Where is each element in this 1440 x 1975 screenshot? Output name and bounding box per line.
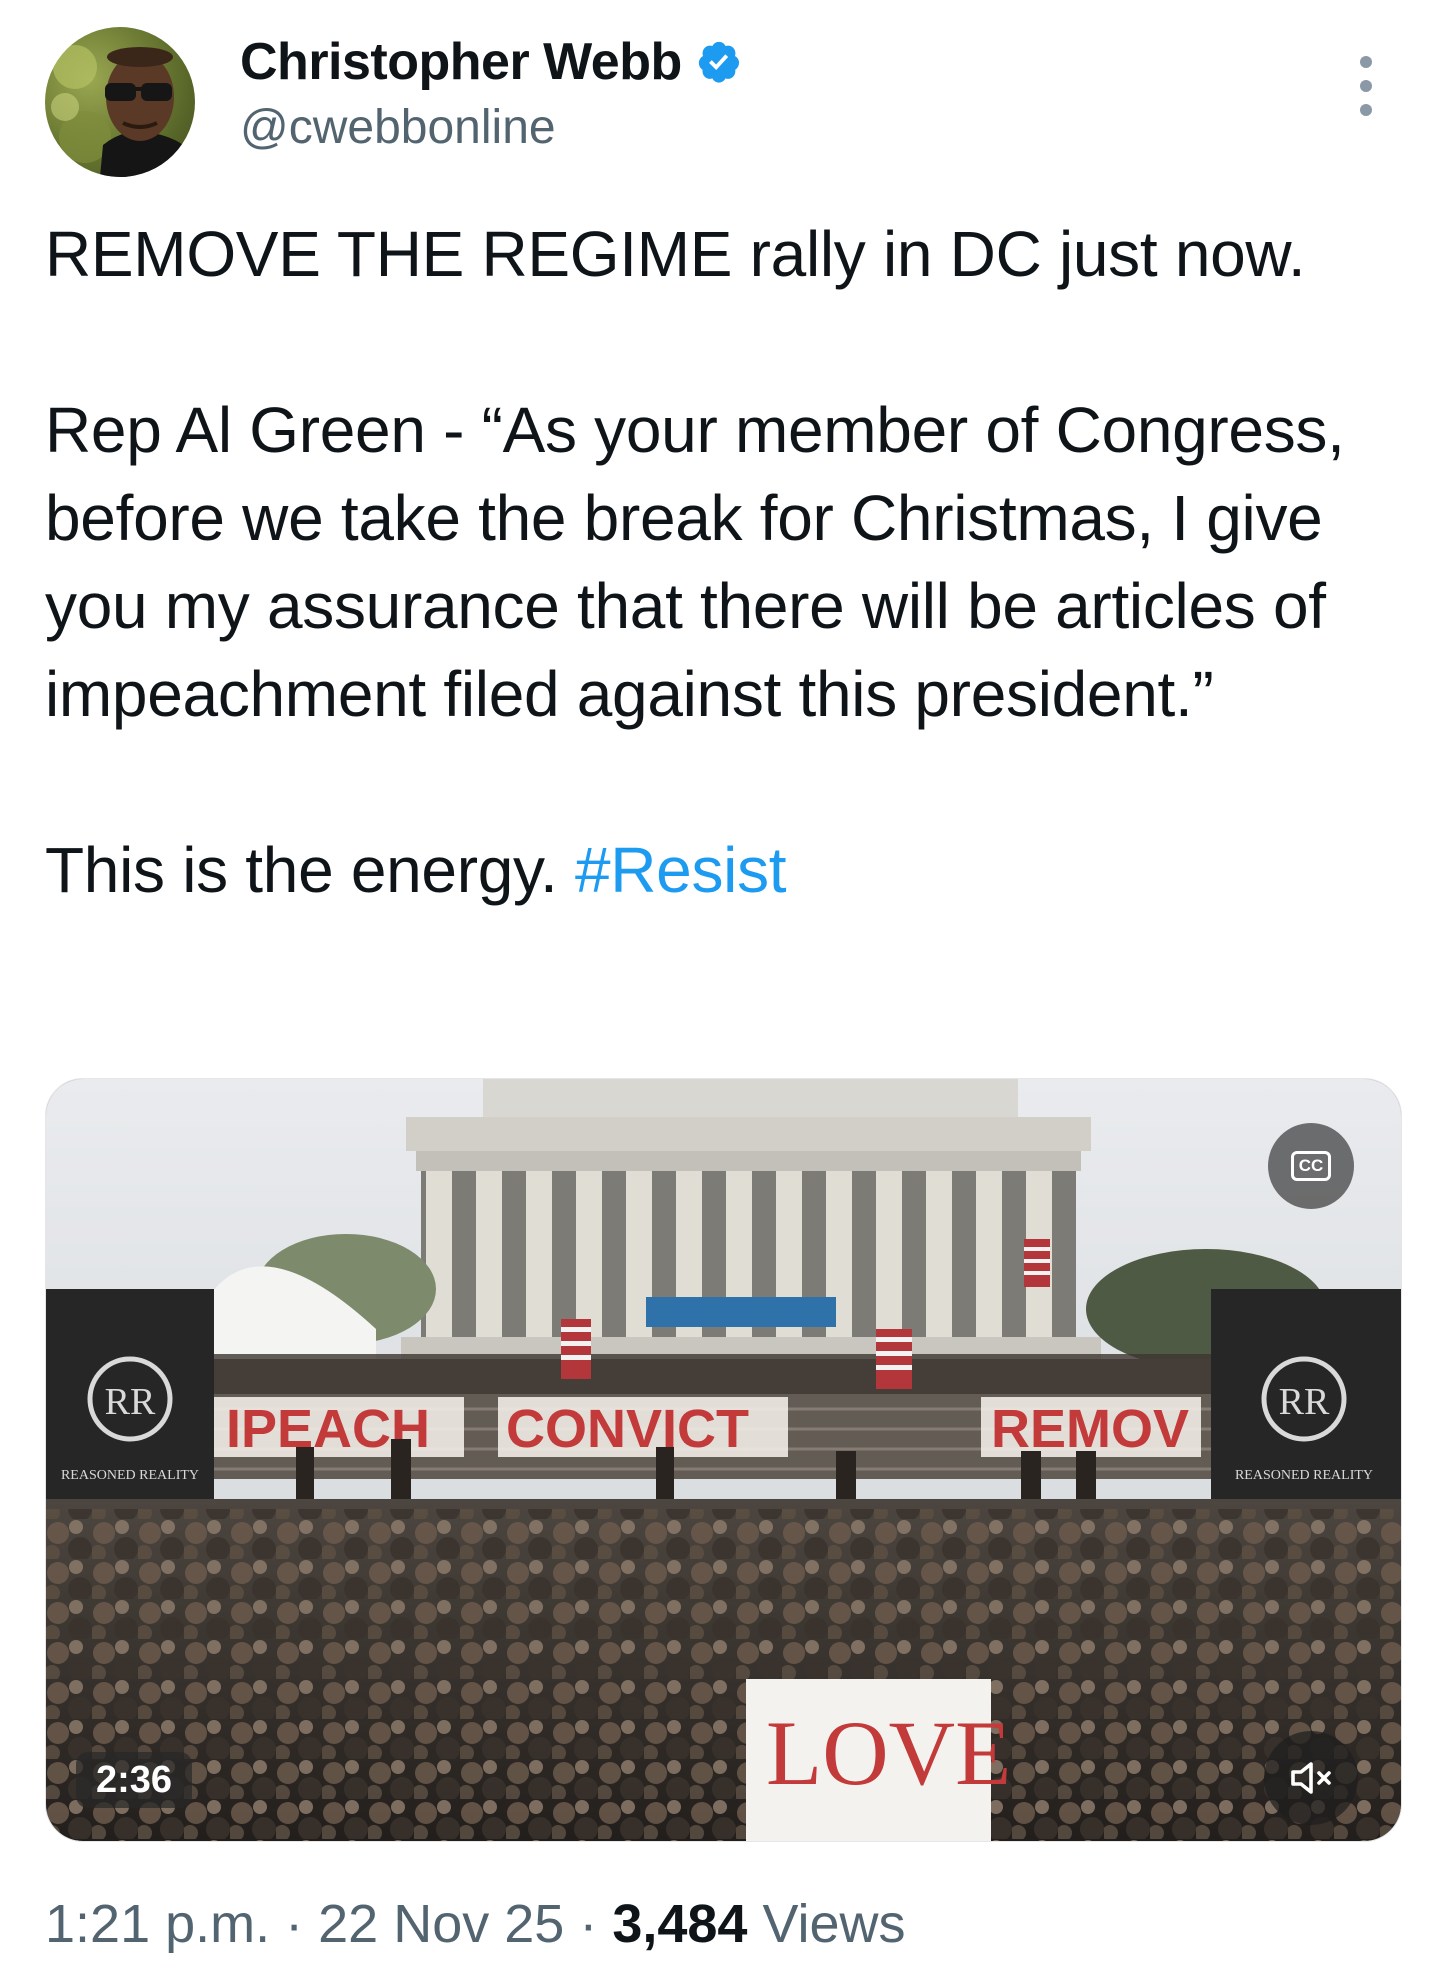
video-player[interactable]: RR REASONED REALITY RR REASONED REALITY bbox=[45, 1078, 1402, 1842]
name-row: Christopher Webb bbox=[240, 32, 742, 92]
meta-separator: · bbox=[285, 1894, 304, 1954]
tweet-closing: This is the energy. bbox=[45, 834, 558, 906]
banner-left-caption: REASONED REALITY bbox=[61, 1468, 199, 1483]
more-dot bbox=[1360, 56, 1372, 68]
mute-button[interactable] bbox=[1264, 1731, 1358, 1825]
avatar[interactable] bbox=[45, 27, 195, 177]
sign-remove: REMOV bbox=[991, 1399, 1189, 1459]
more-dot bbox=[1360, 80, 1372, 92]
avatar-image bbox=[51, 45, 195, 177]
banner-right-caption: REASONED REALITY bbox=[1235, 1468, 1373, 1483]
more-dot bbox=[1360, 104, 1372, 116]
video-frame: RR REASONED REALITY RR REASONED REALITY bbox=[46, 1079, 1401, 1841]
captions-button[interactable]: CC bbox=[1268, 1123, 1354, 1209]
speaker-muted-icon bbox=[1291, 1762, 1331, 1794]
video-duration: 2:36 bbox=[76, 1752, 193, 1808]
verified-badge-icon bbox=[698, 41, 739, 83]
tweet-closing-line: This is the energy. #Resist bbox=[45, 826, 1405, 914]
captions-icon: CC bbox=[1291, 1151, 1331, 1181]
hashtag-link[interactable]: #Resist bbox=[575, 834, 787, 906]
tweet-quote: Rep Al Green - “As your member of Congre… bbox=[45, 394, 1345, 730]
views-label: Views bbox=[762, 1894, 906, 1954]
display-name[interactable]: Christopher Webb bbox=[240, 32, 682, 92]
tweet-time[interactable]: 1:21 p.m. bbox=[45, 1894, 270, 1954]
views-count: 3,484 bbox=[612, 1894, 748, 1954]
banner-left-logo: RR bbox=[105, 1381, 156, 1423]
tweet-text: REMOVE THE REGIME rally in DC just now. … bbox=[45, 210, 1405, 914]
tweet-header: Christopher Webb @cwebbonline bbox=[0, 0, 1440, 190]
meta-separator: · bbox=[579, 1894, 598, 1954]
love-sign-text: LOVE bbox=[766, 1702, 1011, 1804]
tweet-meta: 1:21 p.m. · 22 Nov 25 · 3,484 Views bbox=[45, 1893, 906, 1955]
handle[interactable]: @cwebbonline bbox=[240, 100, 556, 155]
sign-convict: CONVICT bbox=[506, 1399, 749, 1459]
banner-right-logo: RR bbox=[1279, 1381, 1330, 1423]
tweet-line-1: REMOVE THE REGIME rally in DC just now. bbox=[45, 218, 1306, 290]
tweet-date[interactable]: 22 Nov 25 bbox=[318, 1894, 564, 1954]
more-vertical-icon[interactable] bbox=[1348, 56, 1384, 116]
